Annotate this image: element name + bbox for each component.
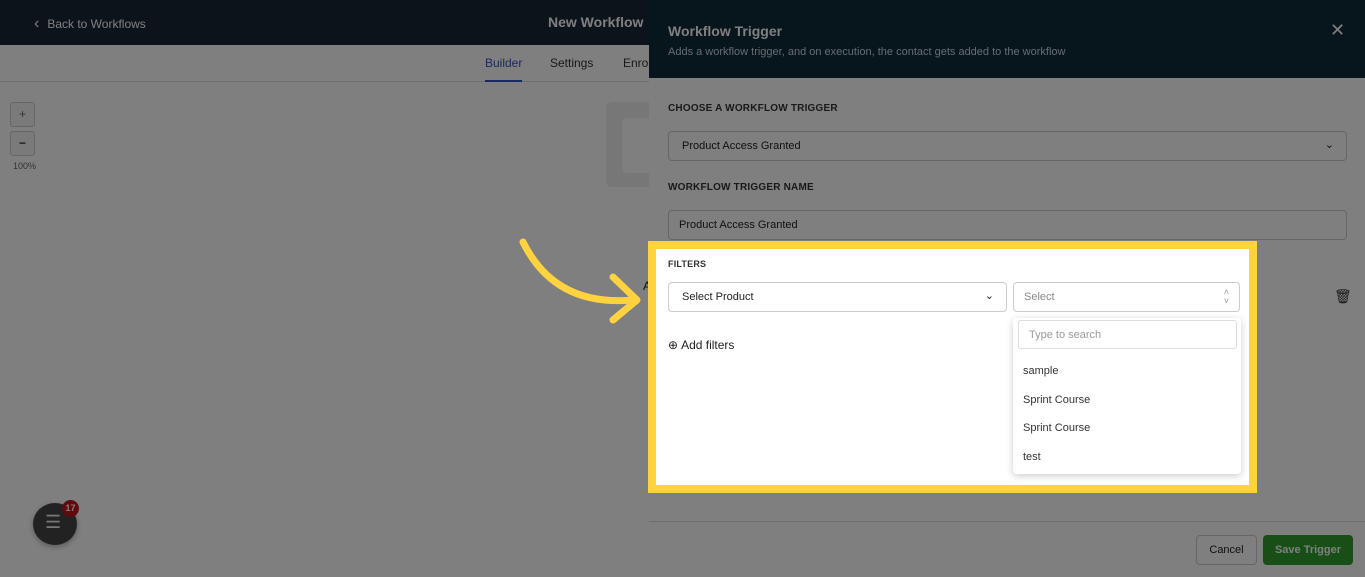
option-item[interactable]: test xyxy=(1023,451,1041,463)
filter-value-select[interactable]: Select ˄ ˅ xyxy=(1013,282,1240,312)
option-item[interactable]: Sprint Course xyxy=(1023,394,1090,406)
chevron-down-icon: ⌄ xyxy=(984,290,994,302)
plus-circle-icon: ⊕ xyxy=(668,338,679,352)
arrow-annotation xyxy=(519,238,641,324)
sort-chevrons-icon: ˄ ˅ xyxy=(1223,287,1229,306)
filter-field-select[interactable]: Select Product ⌄ xyxy=(668,282,1007,312)
add-filters-button[interactable]: ⊕ Add filters xyxy=(668,338,734,352)
option-item[interactable]: Sprint Course xyxy=(1023,422,1090,434)
option-item[interactable]: sample xyxy=(1023,365,1058,377)
filters-label: FILTERS xyxy=(668,259,707,269)
search-input[interactable]: Type to search xyxy=(1018,320,1237,349)
